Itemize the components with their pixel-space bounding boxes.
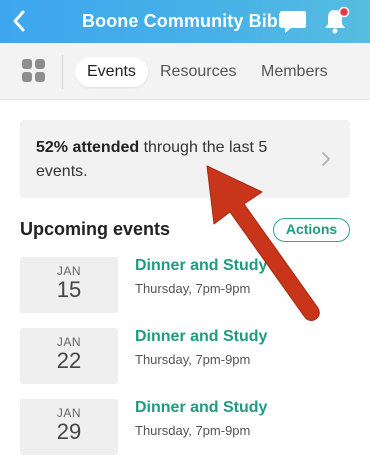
attendance-percentage: 52% attended <box>36 139 140 156</box>
notifications-button[interactable] <box>320 6 350 36</box>
event-row[interactable]: JAN 15 Dinner and Study Thursday, 7pm-9p… <box>20 257 350 313</box>
event-day: 22 <box>56 348 82 373</box>
event-row[interactable]: JAN 29 Dinner and Study Thursday, 7pm-9p… <box>20 399 350 455</box>
event-time: Thursday, 7pm-9pm <box>135 352 251 367</box>
event-month: JAN <box>56 264 82 278</box>
event-time: Thursday, 7pm-9pm <box>135 281 251 296</box>
group-title: Boone Community Bible <box>82 11 294 31</box>
event-month: JAN <box>56 335 82 349</box>
tab-events[interactable]: Events <box>75 57 148 87</box>
messages-button[interactable] <box>279 9 307 35</box>
chevron-left-icon <box>13 10 25 32</box>
event-day: 29 <box>56 419 82 444</box>
notification-dot <box>338 6 350 18</box>
bell-icon <box>325 6 350 34</box>
event-date: JAN 15 <box>20 257 118 313</box>
event-title[interactable]: Dinner and Study <box>135 328 267 346</box>
tab-divider <box>62 55 63 89</box>
event-date: JAN 22 <box>20 328 118 384</box>
actions-button[interactable]: Actions <box>273 218 350 242</box>
event-time: Thursday, 7pm-9pm <box>135 423 251 438</box>
grid-icon[interactable] <box>22 59 46 83</box>
tab-bar: Events Resources Members <box>0 43 370 100</box>
event-month: JAN <box>56 406 82 420</box>
section-title: Upcoming events <box>20 219 171 239</box>
event-day: 15 <box>56 277 82 302</box>
app-header: Boone Community Bible <box>0 0 370 43</box>
attendance-summary: 52% attended through the last 5 events. <box>36 136 306 184</box>
event-date: JAN 29 <box>20 399 118 455</box>
chat-bubble-icon <box>280 11 306 33</box>
back-button[interactable] <box>4 4 34 38</box>
tab-members[interactable]: Members <box>249 57 340 87</box>
tab-resources[interactable]: Resources <box>148 57 248 87</box>
event-row[interactable]: JAN 22 Dinner and Study Thursday, 7pm-9p… <box>20 328 350 384</box>
attendance-summary-card[interactable]: 52% attended through the last 5 events. <box>20 120 350 198</box>
chevron-right-icon <box>322 152 330 166</box>
event-title[interactable]: Dinner and Study <box>135 399 267 417</box>
event-title[interactable]: Dinner and Study <box>135 257 267 275</box>
